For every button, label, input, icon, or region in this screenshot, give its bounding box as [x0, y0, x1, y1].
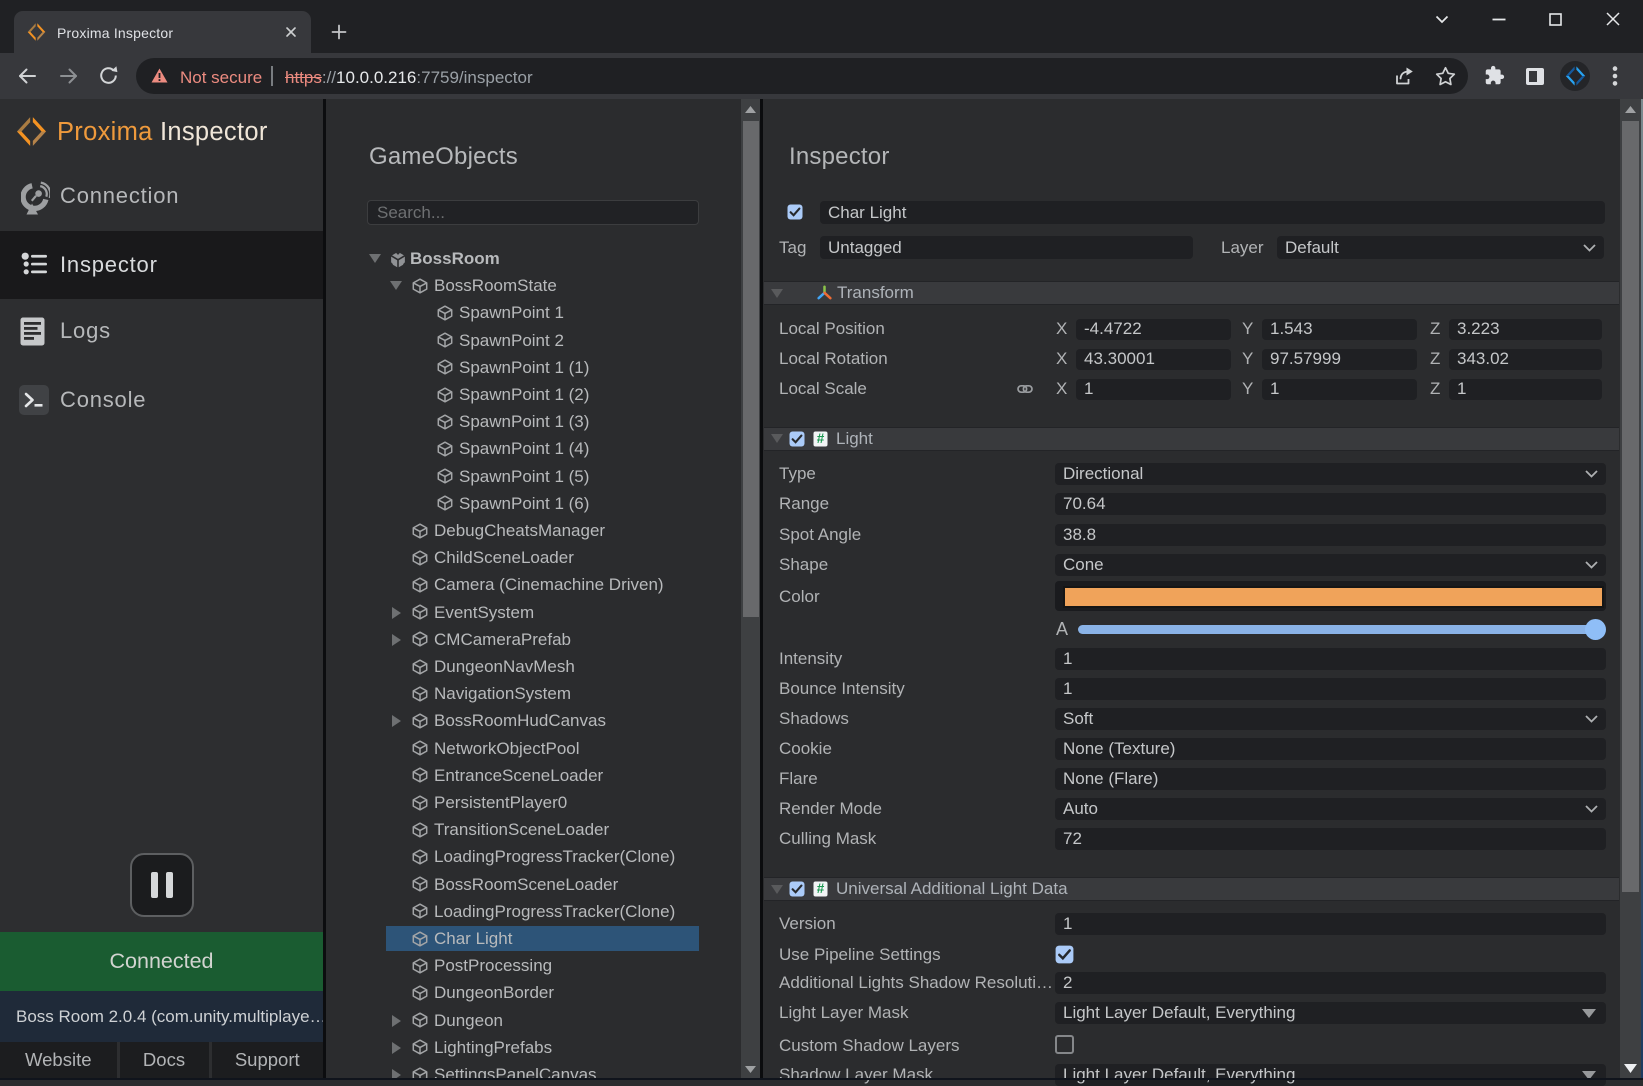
svg-text:#: #: [817, 431, 825, 446]
svg-text:#: #: [817, 881, 825, 896]
